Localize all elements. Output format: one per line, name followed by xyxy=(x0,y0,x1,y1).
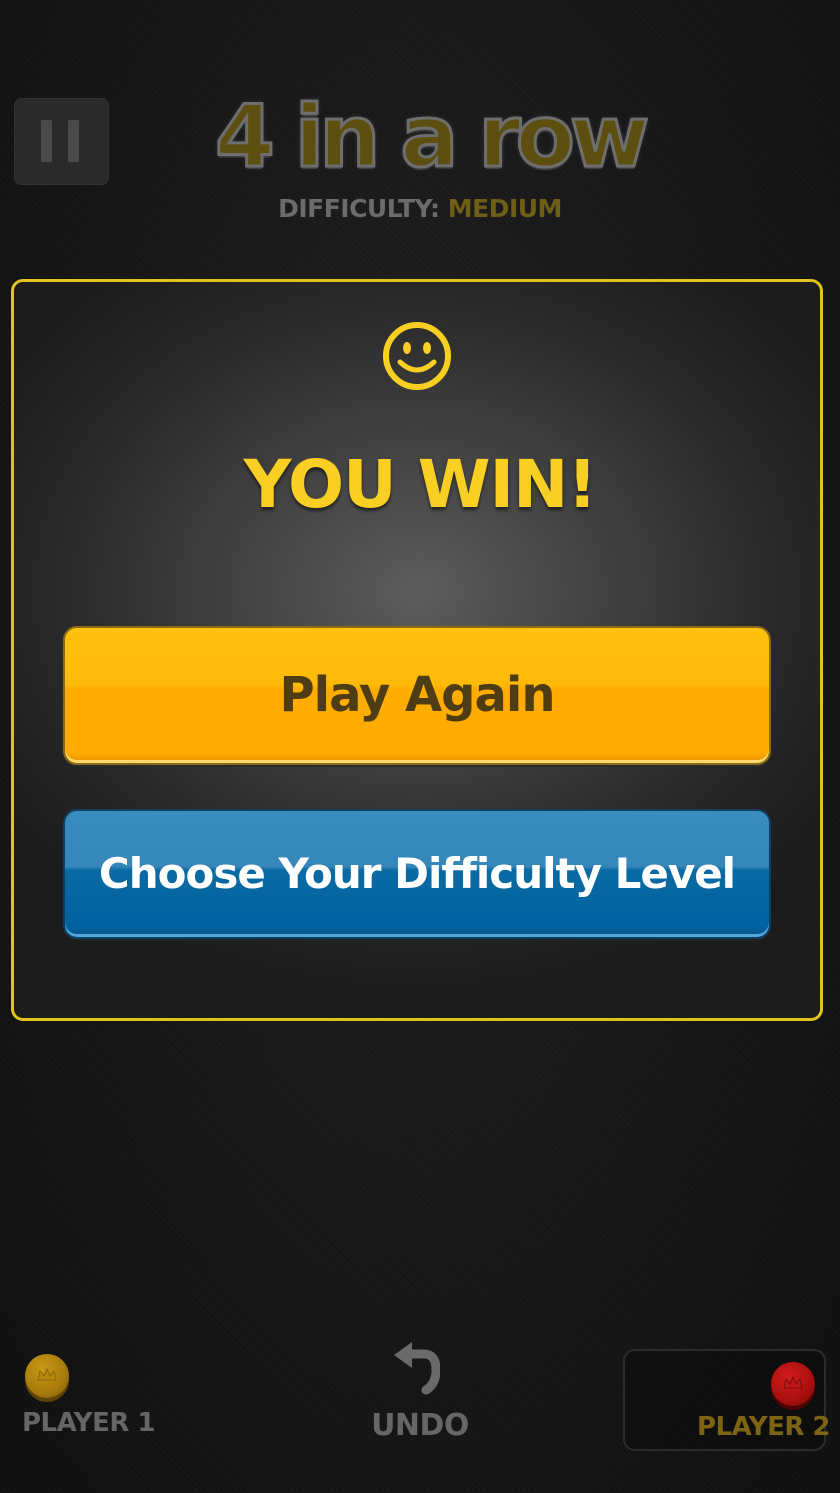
smiley-icon xyxy=(383,322,451,390)
player1-label: PLAYER 1 xyxy=(22,1408,156,1438)
difficulty-indicator: DIFFICULTY: MEDIUM xyxy=(0,194,840,223)
undo-icon[interactable] xyxy=(390,1340,440,1396)
win-title: YOU WIN! xyxy=(243,446,598,523)
pause-button[interactable] xyxy=(14,98,109,185)
undo-button[interactable]: UNDO xyxy=(340,1408,500,1443)
difficulty-value: MEDIUM xyxy=(447,194,563,223)
player2-label: PLAYER 2 xyxy=(697,1412,831,1442)
crown-icon xyxy=(37,1368,57,1381)
difficulty-label: DIFFICULTY: xyxy=(278,194,440,223)
crown-icon xyxy=(783,1376,803,1389)
game-logo: 4 in a row xyxy=(214,86,651,189)
pause-icon-bar xyxy=(68,120,79,162)
player1-chip xyxy=(25,1354,69,1398)
play-again-button[interactable]: Play Again xyxy=(63,626,771,765)
player2-chip xyxy=(771,1362,815,1406)
pause-icon xyxy=(41,120,52,162)
choose-difficulty-button[interactable]: Choose Your Difficulty Level xyxy=(63,809,771,939)
